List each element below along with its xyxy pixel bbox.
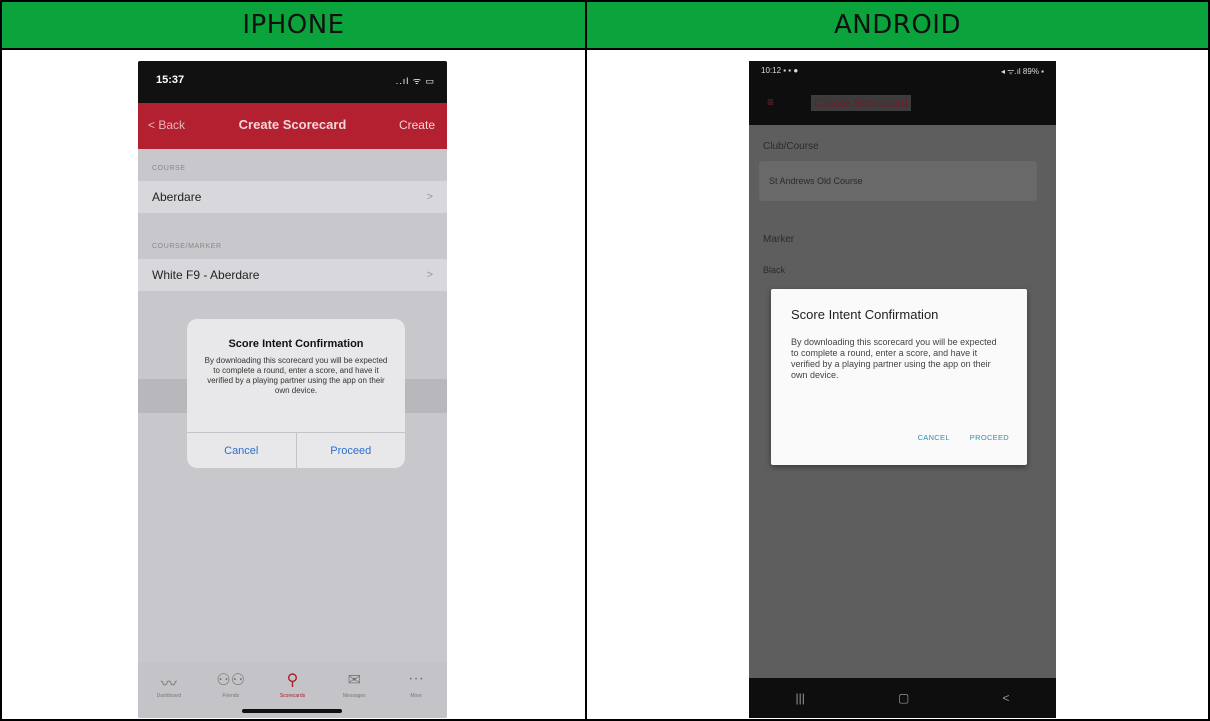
android-dialog-title: Score Intent Confirmation: [791, 307, 939, 322]
ios-alert-dialog: Score Intent Confirmation By downloading…: [187, 319, 405, 468]
ios-alert-buttons: Cancel Proceed: [187, 432, 405, 468]
ios-course-row[interactable]: Aberdare >: [138, 181, 447, 213]
tab-friends-label: Friends: [222, 693, 240, 699]
android-marker-value[interactable]: Black: [763, 265, 785, 275]
android-nav-bar: ||| ▢ <: [749, 678, 1056, 718]
comparison-table: IPHONE ANDROID 15:37 ..ıl ᯤ ▭ < Back Cre…: [0, 0, 1210, 721]
android-alert-dialog: Score Intent Confirmation By downloading…: [771, 289, 1027, 465]
android-screenshot: 10:12 ▪ ▪ ● ◂ ᯤ.ıl 89% ▪ ≡ Create Scorec…: [749, 61, 1056, 718]
recents-icon[interactable]: |||: [796, 691, 805, 705]
more-dots-icon: ···: [408, 670, 425, 687]
tab-messages-label: Messages: [342, 693, 366, 699]
people-icon: ⚇⚇: [216, 672, 246, 689]
chart-line-icon: 〰: [160, 676, 177, 693]
android-club-field[interactable]: St Andrews Old Course: [759, 161, 1037, 201]
ios-status-time: 15:37: [156, 74, 185, 86]
ios-proceed-button[interactable]: Proceed: [295, 433, 406, 468]
home-icon[interactable]: ▢: [898, 691, 909, 705]
android-app-bar: ≡ Create Scorecard: [749, 83, 1056, 125]
ios-create-button[interactable]: Create: [399, 118, 435, 132]
tab-more-label: More: [410, 693, 422, 699]
tab-more[interactable]: ··· More: [392, 670, 440, 718]
ios-nav-bar: < Back Create Scorecard Create: [138, 103, 447, 149]
android-club-label: Club/Course: [763, 141, 819, 152]
android-marker-label: Marker: [763, 234, 795, 245]
android-signal-icons: ◂ ᯤ.ıl 89% ▪: [1000, 67, 1044, 76]
ios-home-indicator[interactable]: [242, 709, 342, 713]
back-icon[interactable]: <: [1002, 691, 1009, 705]
tab-scorecards-label: Scorecards: [279, 693, 306, 699]
ios-course-value: Aberdare: [152, 190, 202, 204]
android-cancel-button[interactable]: CANCEL: [918, 433, 950, 442]
iphone-screenshot: 15:37 ..ıl ᯤ ▭ < Back Create Scorecard C…: [138, 61, 447, 718]
tab-dashboard[interactable]: 〰 Dashboard: [145, 670, 193, 718]
menu-icon[interactable]: ≡: [767, 95, 774, 109]
android-club-value: St Andrews Old Course: [769, 176, 863, 186]
ios-course-section-label: COURSE: [152, 165, 186, 172]
ios-signal-icons: ..ıl ᯤ ▭: [395, 76, 435, 86]
table-border-left: [0, 0, 2, 721]
android-proceed-button[interactable]: PROCEED: [970, 433, 1009, 442]
ios-marker-section-label: COURSE/MARKER: [152, 243, 222, 250]
table-column-divider: [585, 0, 587, 721]
ios-cancel-button[interactable]: Cancel: [187, 433, 296, 468]
ios-status-bar: 15:37 ..ıl ᯤ ▭: [138, 61, 447, 103]
ios-alert-message: By downloading this scorecard you will b…: [204, 356, 388, 395]
ios-marker-row[interactable]: White F9 - Aberdare >: [138, 259, 447, 291]
chevron-right-icon: >: [426, 269, 433, 281]
android-dialog-message: By downloading this scorecard you will b…: [791, 337, 997, 380]
header-iphone: IPHONE: [2, 2, 585, 48]
ios-marker-value: White F9 - Aberdare: [152, 268, 260, 282]
android-status-time: 10:12 ▪ ▪ ●: [761, 66, 799, 75]
android-status-bar: 10:12 ▪ ▪ ● ◂ ᯤ.ıl 89% ▪: [749, 61, 1056, 83]
table-header-divider: [0, 48, 1210, 50]
tab-dashboard-label: Dashboard: [156, 693, 182, 699]
envelope-icon: ✉: [347, 672, 361, 689]
golf-tee-icon: ⚲: [286, 672, 299, 689]
table-border-top: [0, 0, 1210, 2]
ios-alert-title: Score Intent Confirmation: [228, 338, 364, 350]
header-android: ANDROID: [587, 2, 1208, 48]
chevron-right-icon: >: [426, 191, 433, 203]
android-dialog-buttons: CANCEL PROCEED: [918, 433, 1009, 442]
android-app-title: Create Scorecard: [811, 95, 912, 111]
